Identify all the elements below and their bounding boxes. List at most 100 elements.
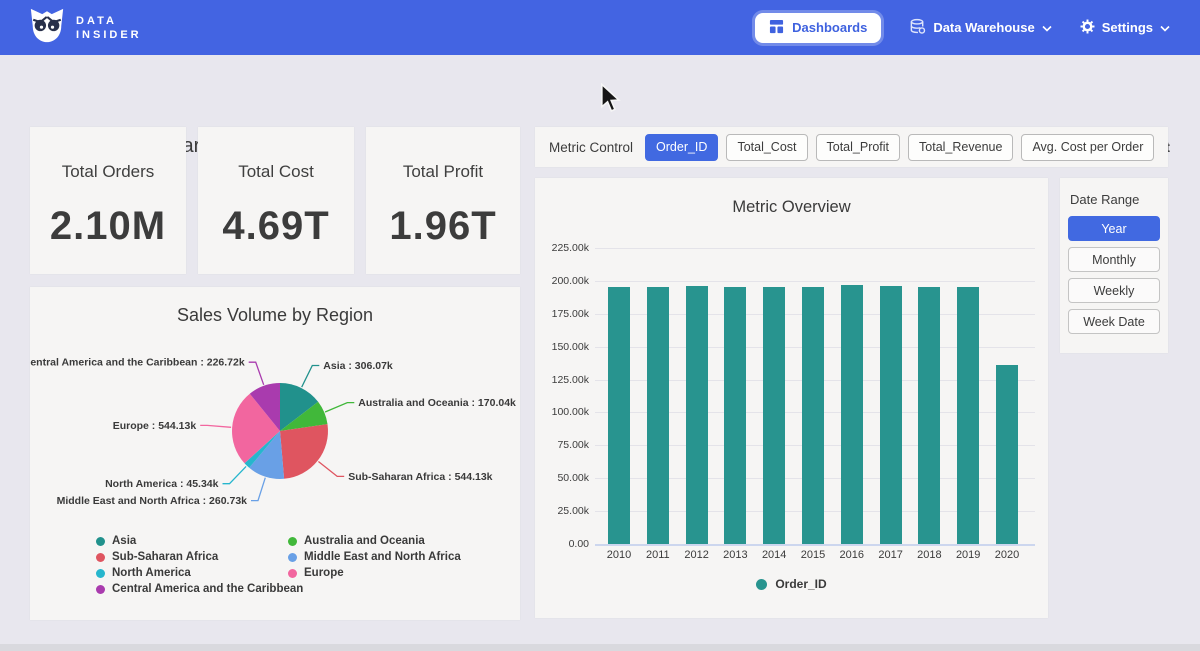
pie-slice-sub-saharan-africa[interactable] [280,424,328,479]
x-axis-tick-label: 2011 [638,549,678,561]
legend-label: North America [112,567,191,579]
kpi-label: Total Profit [366,162,520,182]
metric-option-total-profit[interactable]: Total_Profit [816,134,901,161]
legend-item-asia[interactable]: Asia [96,533,303,549]
y-axis-tick-label: 150.00k [535,341,589,353]
pie-slice-label: Asia : 306.07k [323,360,393,372]
pie-chart-title: Sales Volume by Region [30,305,520,326]
legend-dot [96,553,105,562]
x-axis-tick-label: 2013 [715,549,755,561]
database-icon [909,18,926,38]
x-axis-line [595,544,1035,546]
kpi-card-total-cost: Total Cost 4.69T [198,127,354,274]
date-range-label: Date Range [1070,192,1160,207]
bar-2011[interactable] [647,287,669,544]
gear-icon [1080,19,1095,37]
data-warehouse-menu[interactable]: Data Warehouse [909,18,1051,38]
legend-label: Asia [112,535,136,547]
kpi-value: 4.69T [198,204,354,249]
bar-2013[interactable] [724,287,746,544]
legend-item-australia-and-oceania[interactable]: Australia and Oceania [288,533,461,549]
y-axis-tick-label: 50.00k [535,472,589,484]
metric-option-total-revenue[interactable]: Total_Revenue [908,134,1013,161]
brand-line2: INSIDER [76,28,142,42]
date-range-weekly[interactable]: Weekly [1068,278,1160,303]
bar-chart-card: Metric Overview 0.0025.00k50.00k75.00k10… [535,178,1048,618]
legend-label: Middle East and North Africa [304,551,461,563]
y-axis-tick-label: 225.00k [535,242,589,254]
dashboards-button[interactable]: Dashboards [755,13,881,43]
metric-option-avg-cost-per-order[interactable]: Avg. Cost per Order [1021,134,1154,161]
dashboards-label: Dashboards [792,20,867,35]
x-axis-tick-label: 2020 [987,549,1027,561]
legend-label: Sub-Saharan Africa [112,551,218,563]
y-axis-tick-label: 175.00k [535,308,589,320]
metric-option-total-cost[interactable]: Total_Cost [726,134,807,161]
legend-dot [96,585,105,594]
bar-2017[interactable] [880,286,902,544]
bar-2015[interactable] [802,287,824,544]
grid-line [595,281,1035,282]
bar-2018[interactable] [918,287,940,544]
metric-option-order-id[interactable]: Order_ID [645,134,718,161]
chevron-down-icon [1160,20,1170,35]
legend-series-label: Order_ID [775,577,826,591]
bar-2020[interactable] [996,365,1018,544]
legend-dot [756,579,767,590]
x-axis-tick-label: 2015 [793,549,833,561]
date-range-panel: Date Range Year Monthly Weekly Week Date [1060,178,1168,353]
data-warehouse-label: Data Warehouse [933,20,1034,35]
bar-2019[interactable] [957,287,979,544]
pie-leader-line [302,366,320,388]
subheader: Sales Dashboard Add Filter Boost: Off [0,55,1200,123]
legend-item-north-america[interactable]: North America [96,565,303,581]
date-range-buttons: Year Monthly Weekly Week Date [1068,216,1160,334]
owl-logo-icon [28,6,66,49]
brand[interactable]: DATA INSIDER [28,6,142,49]
kpi-card-total-profit: Total Profit 1.96T [366,127,520,274]
kpi-value: 2.10M [30,204,186,249]
y-axis-tick-label: 25.00k [535,505,589,517]
bar-2010[interactable] [608,287,630,544]
legend-item-central-america-and-the-caribbean[interactable]: Central America and the Caribbean [96,581,303,597]
legend-label: Europe [304,567,344,579]
pie-leader-line [223,466,247,483]
y-axis-tick-label: 200.00k [535,275,589,287]
brand-line1: DATA [76,14,142,28]
settings-menu[interactable]: Settings [1080,19,1170,37]
legend-item-europe[interactable]: Europe [288,565,461,581]
settings-label: Settings [1102,20,1153,35]
date-range-monthly[interactable]: Monthly [1068,247,1160,272]
bar-2016[interactable] [841,285,863,544]
legend-item-sub-saharan-africa[interactable]: Sub-Saharan Africa [96,549,303,565]
pie-leader-line [318,462,344,477]
kpi-label: Total Orders [30,162,186,182]
y-axis-tick-label: 75.00k [535,439,589,451]
kpi-card-total-orders: Total Orders 2.10M [30,127,186,274]
bar-2014[interactable] [763,287,785,544]
pie-slice-label: Sub-Saharan Africa : 544.13k [348,471,492,483]
bar-chart-legend: Order_ID [535,577,1048,591]
kpi-value: 1.96T [366,204,520,249]
pie-leader-line [325,403,354,412]
pie-leader-line [200,425,231,427]
x-axis-tick-label: 2014 [754,549,794,561]
pie-chart-card: Sales Volume by Region Asia : 306.07k Aus… [30,287,520,620]
top-navbar: DATA INSIDER Dashboards [0,0,1200,55]
legend-dot [288,569,297,578]
date-range-year[interactable]: Year [1068,216,1160,241]
bar-2012[interactable] [686,286,708,544]
legend-dot [288,537,297,546]
grid-line [595,248,1035,249]
x-axis-tick-label: 2018 [909,549,949,561]
legend-label: Australia and Oceania [304,535,425,547]
pie-slice-label: Europe : 544.13k [113,420,197,432]
kpi-label: Total Cost [198,162,354,182]
y-axis-tick-label: 100.00k [535,406,589,418]
legend-label: Central America and the Caribbean [112,583,303,595]
metric-control-bar: Metric Control Order_IDTotal_CostTotal_P… [535,127,1168,167]
pie-leader-line [251,478,265,501]
date-range-week-date[interactable]: Week Date [1068,309,1160,334]
legend-item-middle-east-and-north-africa[interactable]: Middle East and North Africa [288,549,461,565]
pie-slice-label: Australia and Oceania : 170.04k [358,397,516,409]
